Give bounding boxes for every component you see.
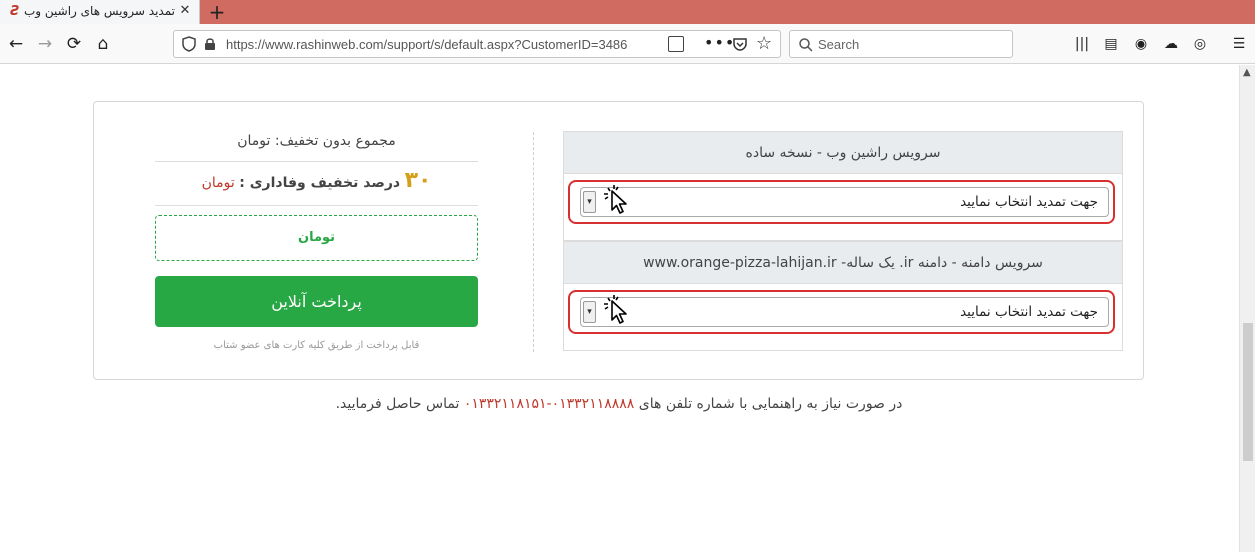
page-actions-button[interactable]: ••• (704, 33, 735, 52)
renewal-select[interactable]: ▾ جهت تمدید انتخاب نمایید (580, 185, 1109, 217)
separator (155, 161, 478, 162)
site-favicon-icon: Ƨ (10, 4, 20, 19)
renewal-select[interactable]: ▾ جهت تمدید انتخاب نمایید (580, 295, 1109, 327)
shield-icon[interactable] (182, 36, 196, 52)
select-value: جهت تمدید انتخاب نمایید (960, 304, 1098, 320)
help-after: تماس حاصل فرمایید. (335, 396, 460, 412)
reload-button[interactable]: ⟳ (62, 32, 86, 56)
tab-title: تمدید سرویس های راشین وب (24, 4, 175, 18)
select-value: جهت تمدید انتخاب نمایید (960, 194, 1098, 210)
selection-highlight: ▾ جهت تمدید انتخاب نمایید (568, 180, 1115, 224)
active-tab[interactable]: Ƨ تمدید سرویس های راشین وب ✕ (0, 0, 200, 24)
help-phones: ۰۱۳۳۲۱۱۸۸۸۸-۰۱۳۳۲۱۱۸۱۵۱ (463, 396, 635, 412)
search-icon (799, 38, 813, 52)
search-input[interactable]: Search (818, 37, 859, 52)
discount-currency: تومان (201, 175, 235, 191)
help-text: در صورت نیاز به راهنمایی با شماره تلفن ه… (200, 396, 1038, 412)
search-bar[interactable]: Search (789, 30, 1013, 58)
selection-highlight: ▾ جهت تمدید انتخاب نمایید (568, 290, 1115, 334)
mouse-pointer-icon (604, 295, 627, 324)
mouse-pointer-icon (604, 185, 627, 214)
reader-view-icon[interactable] (668, 36, 684, 52)
nav-bar: ← → ⟳ ⌂ https://www.rashinweb.com/suppor… (0, 24, 1255, 64)
account-icon[interactable]: ◎ (1190, 34, 1210, 54)
subtotal-label: مجموع بدون تخفیف: (274, 133, 396, 149)
help-before: در صورت نیاز به راهنمایی با شماره تلفن ه… (638, 396, 903, 412)
extension-icon[interactable]: ◉ (1131, 34, 1151, 54)
total-amount-box: تومان (155, 215, 478, 261)
chevron-down-icon[interactable]: ▾ (583, 191, 596, 213)
page-content: مجموع بدون تخفیف: تومان ۳۰ درصد تخفیف وف… (0, 65, 1239, 552)
chevron-down-icon[interactable]: ▾ (583, 301, 596, 323)
new-tab-button[interactable]: + (205, 1, 229, 23)
vertical-scrollbar[interactable]: ▲ (1239, 65, 1255, 552)
discount-line: ۳۰ درصد تخفیف وفاداری : تومان (155, 168, 478, 193)
subtotal-currency: تومان (237, 133, 271, 149)
lock-icon[interactable] (204, 37, 216, 51)
sync-icon[interactable]: ☁ (1161, 34, 1181, 54)
service-card-hosting: سرویس راشین وب - نسخه ساده ▾ جهت تمدید ا… (563, 131, 1123, 241)
service-title: سرویس راشین وب - نسخه ساده (564, 132, 1122, 174)
library-icon[interactable]: ||| (1072, 34, 1092, 54)
tab-strip: Ƨ تمدید سرویس های راشین وب ✕ + (0, 0, 1255, 24)
address-bar[interactable]: https://www.rashinweb.com/support/s/defa… (173, 30, 781, 58)
sidebar-icon[interactable]: ▤ (1101, 34, 1121, 54)
back-button[interactable]: ← (4, 32, 28, 56)
tab-close-icon[interactable]: ✕ (177, 3, 193, 19)
pay-online-button[interactable]: پرداخت آنلاین (155, 276, 478, 327)
url-text[interactable]: https://www.rashinweb.com/support/s/defa… (226, 37, 627, 52)
separator (155, 205, 478, 206)
service-title: سرویس دامنه - دامنه ir. یک ساله- www.ora… (564, 242, 1122, 284)
discount-value: ۳۰ (404, 168, 432, 193)
discount-label: درصد تخفیف وفاداری : (239, 175, 401, 191)
menu-icon[interactable]: ☰ (1229, 34, 1249, 54)
forward-button[interactable]: → (33, 32, 57, 56)
pocket-icon[interactable] (732, 36, 748, 52)
service-card-domain: سرویس دامنه - دامنه ir. یک ساله- www.ora… (563, 241, 1123, 351)
renewal-panel: مجموع بدون تخفیف: تومان ۳۰ درصد تخفیف وف… (93, 101, 1144, 380)
payment-note: قابل پرداخت از طریق کلیه کارت های عضو شت… (213, 340, 420, 351)
scroll-thumb[interactable] (1243, 323, 1253, 461)
home-button[interactable]: ⌂ (91, 32, 115, 56)
column-divider (533, 132, 534, 352)
bookmark-star-icon[interactable]: ☆ (756, 33, 772, 54)
scroll-up-icon[interactable]: ▲ (1243, 67, 1251, 78)
subtotal-line: مجموع بدون تخفیف: تومان (155, 133, 478, 149)
